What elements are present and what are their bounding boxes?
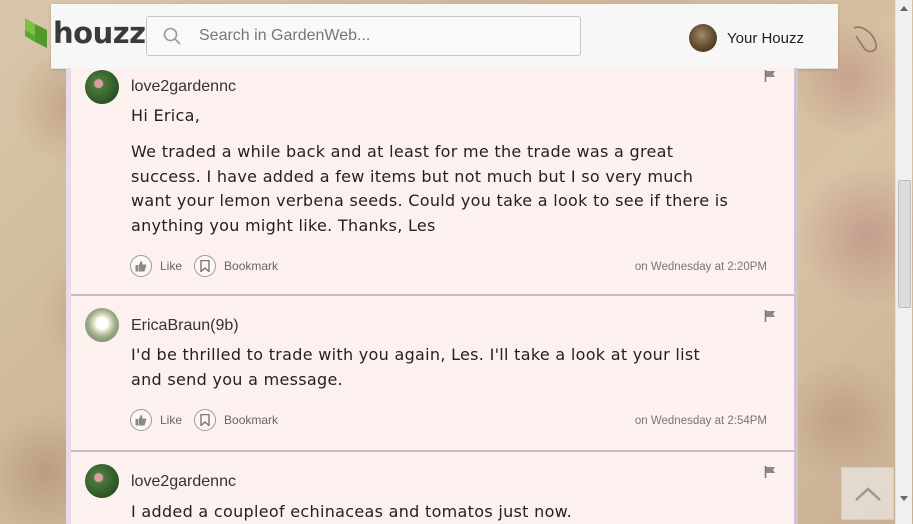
post-greeting: Hi Erica, [131,106,201,125]
your-houzz-label: Your Houzz [727,29,804,47]
bookmark-button[interactable]: Bookmark [194,255,278,277]
poster-username[interactable]: love2gardennc [131,78,236,96]
paperclip-decoration [853,26,878,53]
like-label: Like [160,413,183,427]
poster-username[interactable]: EricaBraun(9b) [131,317,239,335]
post-timestamp: on Wednesday at 2:54PM [634,415,767,427]
flag-icon[interactable] [764,70,776,82]
your-houzz-menu[interactable]: Your Houzz [689,24,804,52]
site-header: houzz Your Houzz [25,4,838,69]
vertical-scrollbar[interactable] [895,0,912,524]
post-body: We traded a while back and at least for … [131,142,729,235]
poster-zone: (9b) [210,317,239,334]
post-body: I'd be thrilled to trade with you again,… [131,345,701,389]
triangle-up-icon [900,5,908,11]
scroll-down-arrow[interactable] [896,490,912,506]
post-actions: Like Bookmark [130,409,290,431]
search-input[interactable] [197,26,561,46]
post-timestamp: on Wednesday at 2:20PM [634,261,767,273]
like-label: Like [160,259,183,273]
triangle-down-icon [900,495,908,501]
chevron-up-icon [854,486,881,501]
thumbs-up-icon [135,261,147,272]
post-item: love2gardennc I added a coupleof echinac… [71,452,794,524]
search-icon [163,27,181,45]
bookmark-icon [200,414,210,426]
post-item: love2gardennc Hi Erica, We traded a whil… [71,68,794,296]
scroll-to-top-button[interactable] [841,467,894,520]
like-button[interactable]: Like [130,255,182,277]
houzz-logo[interactable]: houzz [25,16,146,50]
post-item: EricaBraun(9b) I'd be thrilled to trade … [71,296,794,452]
logo-text: houzz [53,16,146,50]
poster-username[interactable]: love2gardennc [131,473,236,491]
flag-icon[interactable] [764,310,776,322]
like-button[interactable]: Like [130,409,182,431]
houzz-logo-icon [25,18,47,48]
search-box[interactable] [146,16,581,56]
poster-username-text: EricaBraun [131,317,211,334]
flag-icon[interactable] [764,466,776,478]
scrollbar-thumb[interactable] [898,180,911,308]
poster-avatar[interactable] [85,70,119,104]
thumbs-up-icon [135,415,147,426]
scroll-up-arrow[interactable] [896,0,912,16]
bookmark-button[interactable]: Bookmark [194,409,278,431]
post-actions: Like Bookmark [130,255,290,277]
poster-avatar[interactable] [85,464,119,498]
thread-content: love2gardennc Hi Erica, We traded a whil… [66,68,798,524]
bookmark-label: Bookmark [224,413,279,427]
bookmark-icon [200,260,210,272]
poster-avatar[interactable] [85,308,119,342]
bookmark-label: Bookmark [224,259,279,273]
user-avatar [689,24,717,52]
post-body: I added a coupleof echinaceas and tomato… [131,502,572,521]
